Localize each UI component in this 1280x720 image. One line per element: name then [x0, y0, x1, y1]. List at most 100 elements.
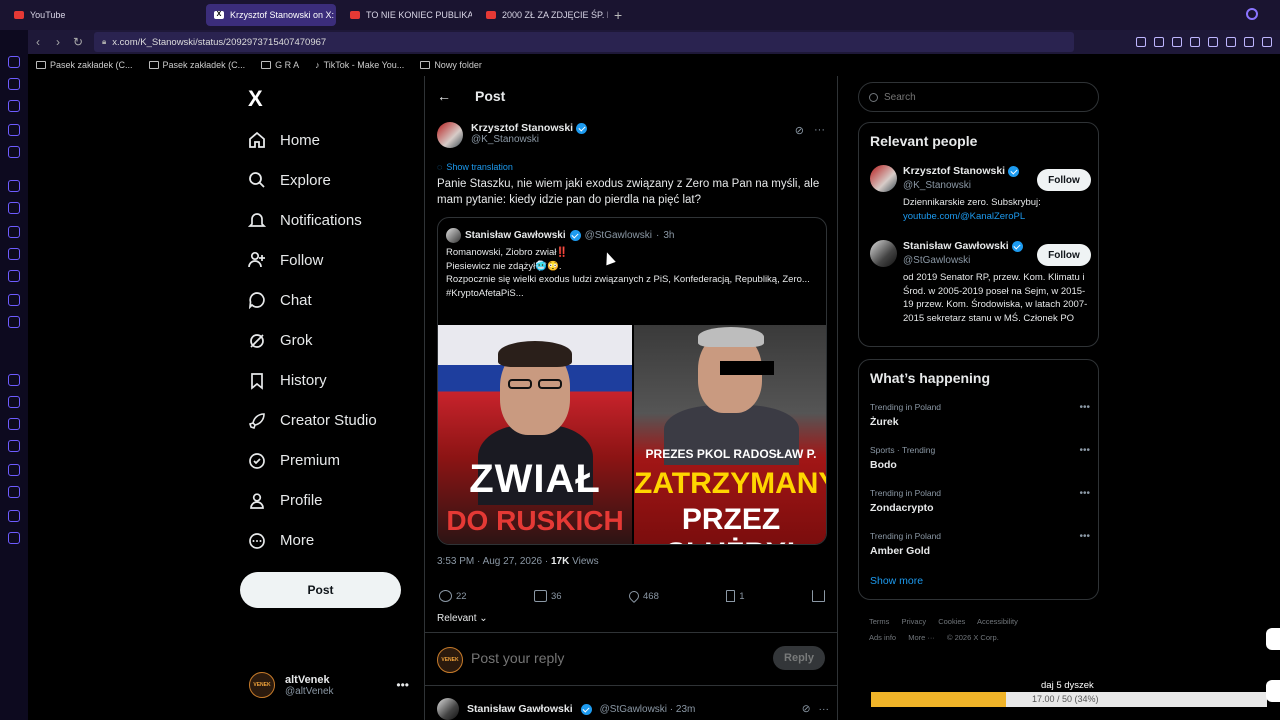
nav-item-home[interactable]: Home [248, 120, 377, 160]
x-logo-icon[interactable]: X [248, 86, 263, 112]
trend-item[interactable]: Trending in Poland Amber Gold ••• [870, 531, 1090, 557]
sidebar-app-icon[interactable] [8, 56, 20, 68]
floating-button[interactable] [1266, 680, 1280, 702]
show-more-link[interactable]: Show more [870, 575, 923, 587]
more-dots-icon[interactable]: ··· [819, 703, 830, 715]
bookmark-item[interactable]: Pasek zakładek (C... [36, 60, 133, 70]
profile-icon[interactable] [1262, 37, 1272, 47]
compose-post-button[interactable]: Post [240, 572, 401, 608]
heart-icon[interactable] [1226, 37, 1236, 47]
tab-youtube-video-2[interactable]: 2000 ZŁ ZA ZDJĘCIE ŚP. L [478, 4, 608, 26]
search-box[interactable] [858, 82, 1099, 112]
nav-item-premium[interactable]: Premium [248, 441, 377, 481]
bio-link[interactable]: youtube.com/@KanalZeroPL [903, 210, 1093, 224]
forward-arrow-icon[interactable]: › [48, 35, 68, 49]
footer-link[interactable]: More ··· [908, 633, 935, 642]
more-dots-icon[interactable]: ••• [1079, 488, 1090, 499]
bookmark-item[interactable]: G R A [261, 60, 299, 70]
reply-action[interactable]: 22 [439, 590, 467, 602]
follow-button[interactable]: Follow [1037, 169, 1091, 191]
tab-x-post[interactable]: X Krzysztof Stanowski on X: [206, 4, 336, 26]
nav-item-grok[interactable]: Grok [248, 320, 377, 360]
avatar[interactable] [870, 165, 897, 192]
telegram-icon[interactable] [8, 316, 20, 328]
quoted-post-images[interactable]: ZWIAŁ DO RUSKICH PREZES PKOL RADOSŁAW P.… [438, 325, 826, 544]
sidebar-app-icon[interactable] [8, 100, 20, 112]
author-handle[interactable]: @K_Stanowski [471, 134, 587, 145]
reply-input[interactable] [471, 650, 721, 666]
share-action[interactable] [812, 590, 825, 602]
avatar[interactable] [870, 240, 897, 267]
reply-item[interactable]: Stanisław Gawłowski @StGawlowski · 23m ⊘… [437, 698, 829, 720]
nav-item-profile[interactable]: Profile [248, 481, 377, 521]
more-dots-icon[interactable]: ••• [1079, 531, 1090, 542]
nav-item-notifications[interactable]: Notifications [248, 200, 377, 240]
quoted-image-1[interactable]: ZWIAŁ DO RUSKICH [438, 325, 632, 544]
more-dots-icon[interactable]: ••• [396, 678, 409, 692]
person-card[interactable]: Krzysztof Stanowski @K_Stanowski Dzienni… [870, 165, 1093, 229]
search-input[interactable] [884, 91, 1084, 103]
heart-icon[interactable] [8, 418, 20, 430]
nav-item-follow[interactable]: Follow [248, 240, 377, 280]
twitch-icon[interactable] [8, 180, 20, 192]
follow-button[interactable]: Follow [1037, 244, 1091, 266]
address-bar[interactable]: 🔒︎ x.com/K_Stanowski/status/209297371540… [94, 32, 1074, 52]
sidebar-app-icon[interactable] [8, 78, 20, 90]
footer-link[interactable]: Terms [869, 617, 889, 626]
trend-item[interactable]: Trending in Poland Żurek ••• [870, 402, 1090, 428]
post-author[interactable]: Krzysztof Stanowski @K_Stanowski [437, 122, 588, 148]
extensions-icon[interactable] [8, 510, 20, 522]
x-logo-icon[interactable] [8, 294, 20, 306]
snapshot-icon[interactable] [1154, 37, 1164, 47]
shield-icon[interactable] [1172, 37, 1182, 47]
wallet-icon[interactable] [8, 440, 20, 452]
pin-icon[interactable] [1136, 37, 1146, 47]
instagram-icon[interactable] [8, 270, 20, 282]
new-tab-plus-icon[interactable]: + [614, 7, 622, 23]
extensions-icon[interactable] [1244, 37, 1254, 47]
avatar[interactable] [437, 122, 463, 148]
person-card[interactable]: Stanisław Gawłowski @StGawlowski od 2019… [870, 240, 1091, 340]
more-dots-icon[interactable]: ••• [1079, 445, 1090, 456]
music-icon[interactable] [8, 374, 20, 386]
quoted-post[interactable]: Stanisław Gawłowski @StGawlowski · 3h Ro… [437, 217, 827, 545]
tab-youtube-video-1[interactable]: TO NIE KONIEC PUBLIKACJ [342, 4, 472, 26]
footer-link[interactable]: Privacy [902, 617, 927, 626]
show-translation-link[interactable]: ◌ Show translation [437, 162, 513, 172]
history-icon[interactable] [8, 464, 20, 476]
nav-item-more[interactable]: More [248, 521, 377, 561]
reload-icon[interactable]: ↻ [68, 35, 88, 49]
messenger-icon[interactable] [8, 226, 20, 238]
reply-author-handle[interactable]: @StGawlowski · 23m [600, 704, 696, 715]
grok-icon[interactable]: ⊘ [795, 124, 804, 137]
trend-item[interactable]: Sports · Trending Bodo ••• [870, 445, 1090, 471]
player-icon[interactable] [8, 396, 20, 408]
more-dots-icon[interactable]: ••• [1079, 402, 1090, 413]
more-dots-icon[interactable]: ··· [814, 124, 825, 137]
bookmark-item[interactable]: Nowy folder [420, 60, 482, 70]
bookmark-action[interactable]: 1 [726, 590, 745, 602]
back-arrow-icon[interactable]: ← [437, 88, 451, 104]
floating-button[interactable] [1266, 628, 1280, 650]
nav-item-explore[interactable]: Explore [248, 160, 377, 200]
replies-sort-dropdown[interactable]: Relevant ⌄ [437, 613, 488, 624]
nav-item-chat[interactable]: Chat [248, 280, 377, 320]
like-action[interactable]: 468 [626, 588, 659, 604]
grok-icon[interactable]: ⊘ [802, 703, 811, 715]
discord-icon[interactable] [8, 248, 20, 260]
account-switcher[interactable]: VENEK altVenek @altVenek ••• [249, 672, 409, 698]
sidebar-app-icon[interactable] [8, 146, 20, 158]
footer-link[interactable]: Accessibility [977, 617, 1018, 626]
play-icon[interactable] [1208, 37, 1218, 47]
nav-item-creator-studio[interactable]: Creator Studio [248, 401, 377, 441]
nav-item-history[interactable]: History [248, 361, 377, 401]
settings-icon[interactable] [8, 532, 20, 544]
bookmark-item[interactable]: Pasek zakładek (C... [148, 60, 245, 70]
tab-search-icon[interactable] [1246, 8, 1258, 20]
sidebar-app-icon[interactable] [8, 124, 20, 136]
bookmark-item[interactable]: ♪ TikTok - Make You... [315, 60, 404, 70]
post-timestamp[interactable]: 3:53 PM · Aug 27, 2026 · [437, 556, 548, 567]
tab-youtube[interactable]: YouTube [6, 4, 136, 26]
author-name[interactable]: Krzysztof Stanowski [471, 122, 573, 134]
reply-author-name[interactable]: Stanisław Gawłowski [467, 703, 573, 715]
